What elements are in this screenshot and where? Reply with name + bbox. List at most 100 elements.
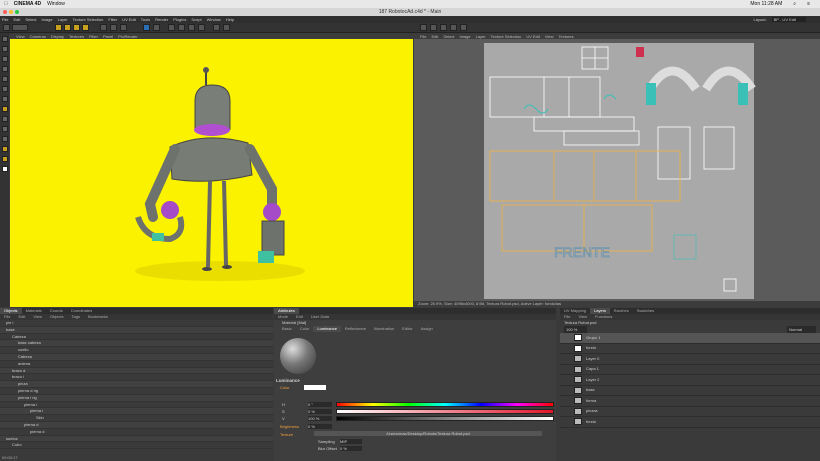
object-row[interactable]: cuello (0, 347, 273, 354)
uv-texture-view[interactable]: FRENTE (414, 39, 820, 301)
tool-snap[interactable] (1, 126, 8, 132)
object-row[interactable]: suelos (0, 435, 273, 443)
tool-uv-points[interactable] (1, 96, 8, 102)
attr-tab-editor[interactable]: Editor (398, 326, 416, 332)
3d-viewport[interactable] (10, 39, 413, 307)
obj-view[interactable]: View (29, 314, 46, 320)
layer-row[interactable]: fondo (560, 417, 820, 428)
menu-filter[interactable]: Filter (108, 17, 117, 22)
menu-image[interactable]: Image (41, 17, 52, 22)
s-field[interactable]: 0 % (308, 409, 332, 414)
vp-view[interactable]: View (16, 34, 25, 39)
obj-bookmarks[interactable]: Bookmarks (84, 314, 112, 320)
attr-tab-basic[interactable]: Basic (278, 326, 296, 332)
vp-display[interactable]: Display (51, 34, 64, 39)
attr-tab-reflectance[interactable]: Reflectance (341, 326, 370, 332)
cube-button[interactable] (143, 24, 150, 31)
uv-view[interactable]: View (545, 34, 554, 39)
uv-edit[interactable]: Edit (431, 34, 438, 39)
menu-window[interactable]: Window (207, 17, 221, 22)
spline-button[interactable] (153, 24, 160, 31)
obj-tags[interactable]: Tags (68, 314, 84, 320)
tool-edge-mode[interactable] (1, 76, 8, 82)
obj-objects[interactable]: Objects (46, 314, 68, 320)
menu-edit[interactable]: Edit (13, 17, 20, 22)
vp-panel[interactable]: Panel (103, 34, 113, 39)
obj-edit[interactable]: Edit (14, 314, 29, 320)
eraser-button[interactable] (430, 24, 437, 31)
vp-cameras[interactable]: Cameras (30, 34, 46, 39)
menu-plugins[interactable]: Plugins (173, 17, 186, 22)
texture-path[interactable]: /Users/mac/Desktop/Robots/Textura Robot.… (314, 431, 542, 436)
object-row[interactable]: pierna i (0, 402, 273, 409)
tool-polygon-mode[interactable] (1, 86, 8, 92)
live-select-button[interactable] (12, 24, 28, 31)
tool-solo[interactable] (1, 146, 8, 152)
minimize-button[interactable] (9, 10, 13, 14)
object-row[interactable]: Skin (0, 415, 273, 422)
object-row[interactable]: pierna d rig (0, 388, 273, 395)
render-settings-button[interactable] (120, 24, 127, 31)
layer-row[interactable]: base (560, 386, 820, 396)
blend-mode-select[interactable]: Normal (787, 326, 816, 333)
fill-button[interactable] (440, 24, 447, 31)
tool-texture-mode[interactable] (1, 56, 8, 62)
object-row[interactable]: pierna i (0, 408, 273, 416)
menu-texture-selection[interactable]: Texture Selection (73, 17, 104, 22)
layer-zoom[interactable]: 100 % (564, 326, 588, 333)
attr-user-data[interactable]: User Data (307, 314, 333, 320)
blur-field[interactable]: 0 % (340, 446, 362, 451)
object-row[interactable]: brazo i (0, 374, 273, 382)
layer-row[interactable]: fondo (560, 344, 820, 354)
object-row[interactable]: base cabeza (0, 340, 273, 348)
menu-help[interactable]: Help (226, 17, 234, 22)
uv-uvedit[interactable]: UV Edit (526, 34, 540, 39)
vp-prorender[interactable]: ProRender (118, 34, 137, 39)
layer-row[interactable]: forma (560, 396, 820, 407)
tool-point-mode[interactable] (1, 66, 8, 72)
attr-tab-assign[interactable]: Assign (417, 326, 437, 332)
v-field[interactable]: 100 % (308, 416, 332, 421)
close-button[interactable] (3, 10, 7, 14)
object-row[interactable]: antena (0, 361, 273, 368)
material-preview[interactable] (280, 338, 316, 374)
layer-row[interactable]: Capa 1 (560, 365, 820, 375)
h-field[interactable]: 0 ° (308, 402, 332, 407)
x-axis-button[interactable] (82, 24, 89, 31)
object-row[interactable]: pie i (0, 320, 273, 327)
layer-row[interactable]: pinzas (560, 407, 820, 417)
apple-icon[interactable]:  (4, 1, 8, 7)
saturation-slider[interactable] (336, 409, 554, 414)
uv-texture-selection[interactable]: Texture Selection (491, 34, 522, 39)
menu-icon[interactable]: ≡ (807, 1, 810, 7)
menu-render[interactable]: Render (155, 17, 168, 22)
tool-paint[interactable] (1, 156, 8, 162)
object-row[interactable]: Cabeza (0, 353, 273, 361)
tool-make-editable[interactable] (1, 36, 8, 42)
vp-filter[interactable]: Filter (89, 34, 98, 39)
render-button[interactable] (110, 24, 117, 31)
uv-layer[interactable]: Layer (476, 34, 486, 39)
layout-select[interactable]: BP - UV Edit (771, 17, 806, 22)
uv-textures[interactable]: Textures (558, 34, 573, 39)
rotate-tool-button[interactable] (73, 24, 80, 31)
menu-file[interactable]: File (2, 17, 8, 22)
app-menu[interactable]: CINEMA 4D (14, 1, 41, 7)
deformer-button[interactable] (188, 24, 195, 31)
scale-tool-button[interactable] (64, 24, 71, 31)
attr-tab-illumination[interactable]: Illumination (370, 326, 398, 332)
object-row[interactable]: Cubo (0, 442, 273, 450)
object-row[interactable]: pierna i rig (0, 394, 273, 402)
menu-uv-edit[interactable]: UV Edit (122, 17, 136, 22)
tool-uv-polygons[interactable] (1, 106, 8, 112)
object-row[interactable]: pierna d (0, 421, 273, 429)
menu-select[interactable]: Select (25, 17, 36, 22)
clone-button[interactable] (450, 24, 457, 31)
menu-script[interactable]: Script (191, 17, 201, 22)
array-button[interactable] (178, 24, 185, 31)
scene-button[interactable] (198, 24, 205, 31)
sampling-select[interactable]: MIP (340, 439, 362, 444)
tool-workplane[interactable] (1, 136, 8, 142)
color-swatch[interactable] (304, 385, 326, 390)
object-row[interactable]: base (0, 326, 273, 334)
